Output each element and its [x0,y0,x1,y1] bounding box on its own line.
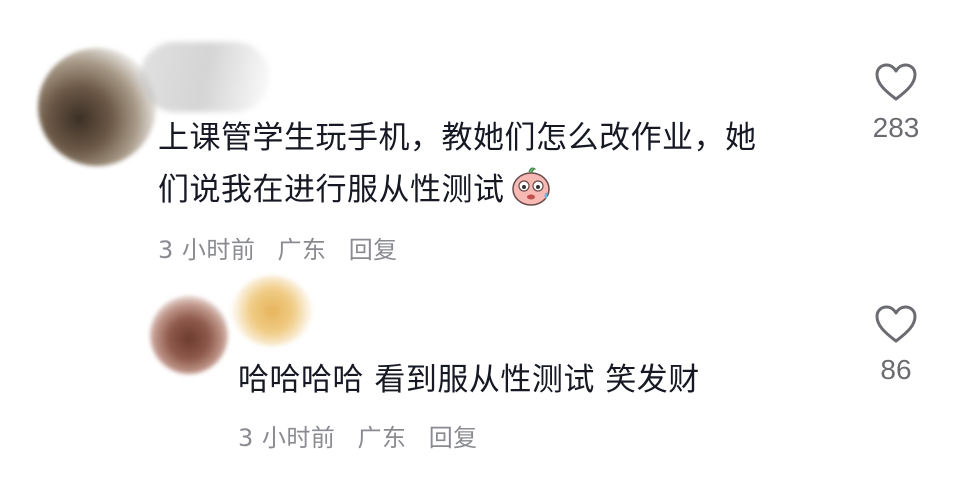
like-button[interactable]: 86 [856,304,936,386]
comment-location: 广东 [357,424,407,452]
reply-button[interactable]: 回复 [349,236,398,264]
comment-text-line: 们说我在进行服从性测试 [158,164,838,216]
comment-text-line: 上课管学生玩手机，教她们怎么改作业，她 [158,120,757,156]
comment-time: 3 小时前 [238,424,336,452]
comment-time: 3 小时前 [158,236,256,264]
comment-text: 哈哈哈哈 看到服从性测试 笑发财 [238,354,798,406]
comment-text-line: 哈哈哈哈 看到服从性测试 笑发财 [238,362,700,398]
avatar[interactable] [150,296,228,374]
username-blurred[interactable] [140,42,270,112]
like-count: 283 [872,112,920,143]
comment-text-line-content: 们说我在进行服从性测试 [158,172,505,208]
heart-outline-icon [875,63,917,101]
avatar[interactable] [38,48,156,166]
comment-meta: 3 小时前 广东 回复 [238,418,492,453]
comment-location: 广东 [277,236,327,264]
comment-text: 上课管学生玩手机，教她们怎么改作业，她 们说我在进行服从性测试 [158,112,838,216]
reply-button[interactable]: 回复 [429,424,478,452]
heart-outline-icon [875,305,917,343]
comment-meta: 3 小时前 广东 回复 [158,230,412,265]
like-button[interactable]: 283 [856,62,936,144]
like-count: 86 [880,354,912,385]
sweating-face-emoji [511,167,550,206]
username-blurred[interactable] [232,276,312,346]
